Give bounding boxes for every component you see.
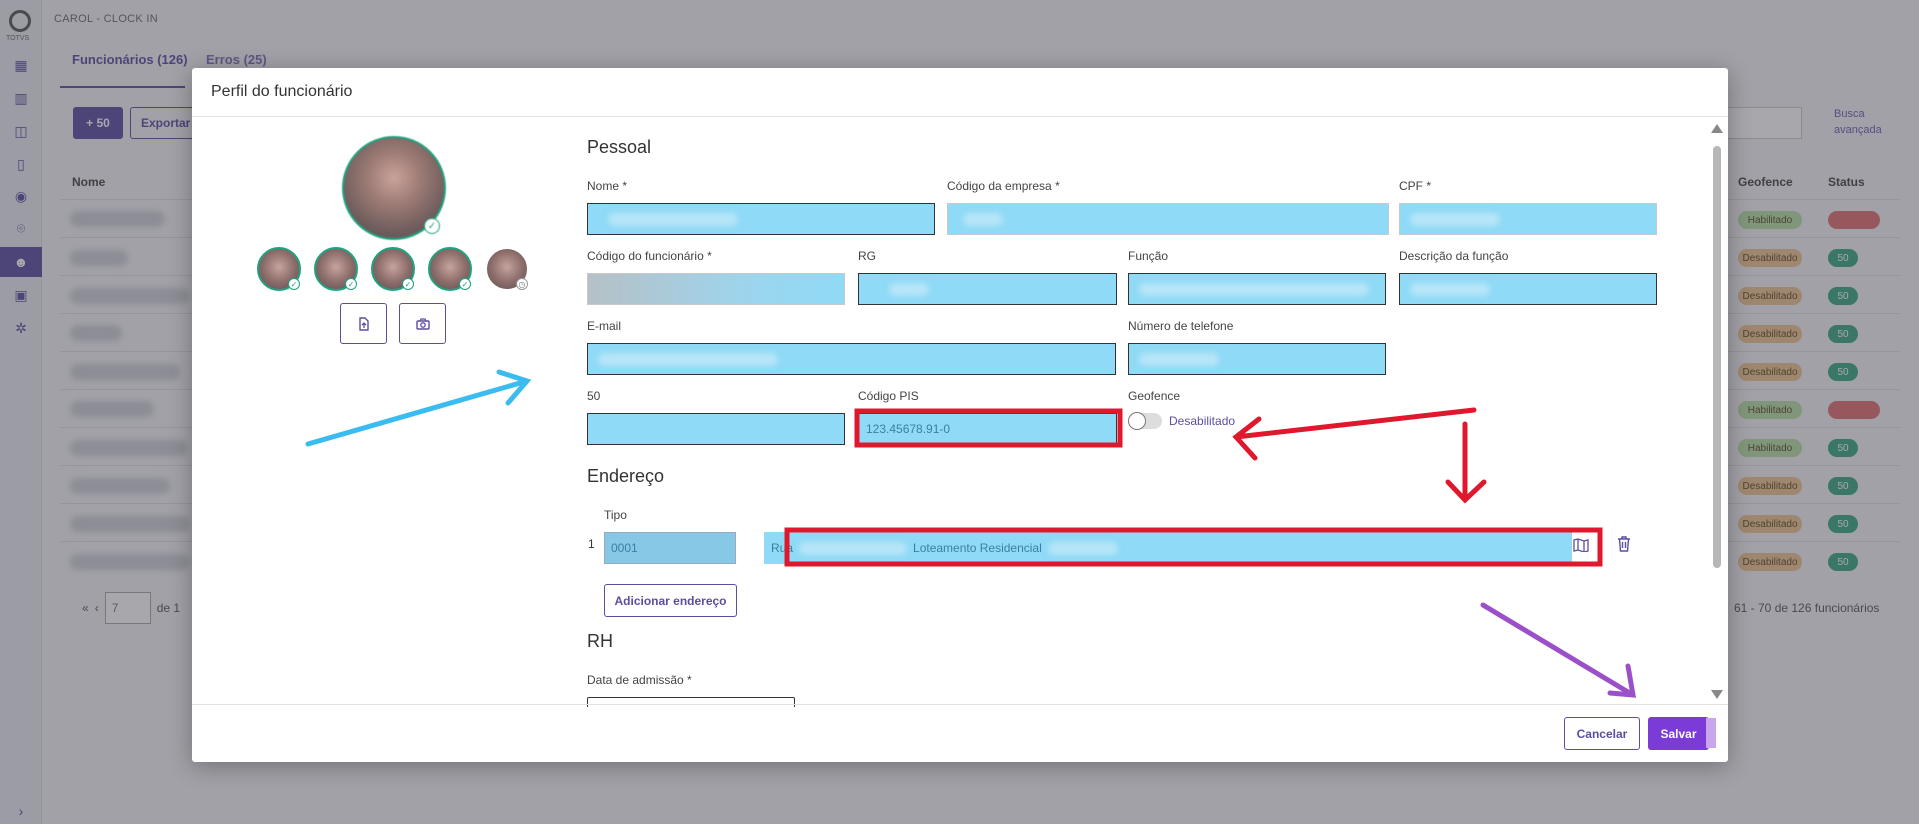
check-icon: ✓ <box>288 278 300 290</box>
address-neighborhood: Loteamento Residencial <box>913 541 1042 555</box>
section-address: Endereço <box>587 466 665 486</box>
section-hr: RH <box>587 631 613 651</box>
file-upload-icon <box>358 316 369 331</box>
check-icon: ✓ <box>345 278 357 290</box>
geofence-toggle[interactable] <box>1128 412 1162 430</box>
name-label: Nome * <box>587 179 628 193</box>
photo-thumbnail[interactable]: ✓ <box>428 247 472 291</box>
redacted-value <box>963 213 1003 226</box>
check-icon: ✓ <box>424 218 440 234</box>
save-highlight <box>1706 718 1716 748</box>
rg-field[interactable] <box>858 273 1117 305</box>
redacted-value <box>1410 213 1500 226</box>
scroll-thumb[interactable] <box>1713 146 1721 568</box>
cpf-field[interactable] <box>1399 203 1657 235</box>
scroll-down-icon[interactable] <box>1711 690 1723 699</box>
photo-thumbnail[interactable]: ✓ <box>257 247 301 291</box>
section-personal: Pessoal <box>587 137 652 157</box>
employee-code-label: Código do funcionário * <box>587 249 712 263</box>
field-50-label: 50 <box>587 389 601 403</box>
cancel-button[interactable]: Cancelar <box>1564 717 1640 750</box>
check-icon: ✓ <box>459 278 471 290</box>
redacted-value <box>1139 283 1369 296</box>
admission-date-label: Data de admissão * <box>587 673 692 687</box>
photo-thumbnail[interactable]: ✓ <box>371 247 415 291</box>
trash-glyph <box>1618 536 1630 552</box>
phone-field[interactable] <box>1128 343 1386 375</box>
map-glyph <box>1573 538 1589 553</box>
modal-title: Perfil do funcionário <box>192 68 1728 117</box>
take-photo-button[interactable] <box>399 303 446 344</box>
role-label: Função <box>1128 249 1169 263</box>
clock-icon: ◷ <box>516 278 528 290</box>
email-label: E-mail <box>587 319 622 333</box>
field-50-input[interactable] <box>587 413 845 445</box>
redacted-value <box>608 213 738 226</box>
tipo-label: Tipo <box>604 508 627 522</box>
role-desc-field[interactable] <box>1399 273 1657 305</box>
photo-thumbnail[interactable]: ◷ <box>485 247 529 291</box>
phone-label: Número de telefone <box>1128 319 1234 333</box>
camera-icon <box>415 317 430 330</box>
pis-label: Código PIS <box>858 389 919 403</box>
address-field[interactable]: Rua Loteamento Residencial <box>764 532 1572 564</box>
company-code-field[interactable] <box>947 203 1389 235</box>
add-address-button[interactable]: Adicionar endereço <box>604 584 737 617</box>
employee-code-field[interactable] <box>587 273 845 305</box>
name-field[interactable] <box>587 203 935 235</box>
role-desc-label: Descrição da função <box>1399 249 1509 263</box>
profile-photo[interactable]: ✓ <box>342 136 446 240</box>
cpf-label: CPF * <box>1399 179 1432 193</box>
save-button[interactable]: Salvar <box>1648 717 1709 750</box>
scrollbar[interactable] <box>1710 120 1724 704</box>
role-field[interactable] <box>1128 273 1386 305</box>
rg-label: RG <box>858 249 876 263</box>
redacted-value <box>1410 283 1490 296</box>
upload-photo-button[interactable] <box>340 303 387 344</box>
redacted-value <box>1139 353 1219 366</box>
modal-footer <box>192 704 1728 762</box>
redacted-value <box>598 353 778 366</box>
email-field[interactable] <box>587 343 1116 375</box>
redacted-value <box>1047 541 1118 555</box>
pis-field[interactable]: 123.45678.91-0 <box>858 413 1117 445</box>
photo-thumbnail[interactable]: ✓ <box>314 247 358 291</box>
scroll-up-icon[interactable] <box>1711 124 1723 133</box>
redacted-value <box>889 283 929 296</box>
geofence-state: Desabilitado <box>1169 414 1236 428</box>
trash-icon[interactable] <box>1617 536 1631 556</box>
address-index: 1 <box>588 537 595 551</box>
address-street-prefix: Rua <box>771 541 794 555</box>
map-icon[interactable] <box>1573 538 1589 555</box>
address-type-field[interactable]: 0001 <box>604 532 736 564</box>
redacted-value <box>799 541 908 555</box>
employee-profile-modal: Perfil do funcionário ✓ ✓ ✓ ✓ ✓ ◷ Pessoa… <box>192 68 1728 762</box>
check-icon: ✓ <box>402 278 414 290</box>
company-code-label: Código da empresa * <box>947 179 1060 193</box>
geofence-label: Geofence <box>1128 389 1181 403</box>
